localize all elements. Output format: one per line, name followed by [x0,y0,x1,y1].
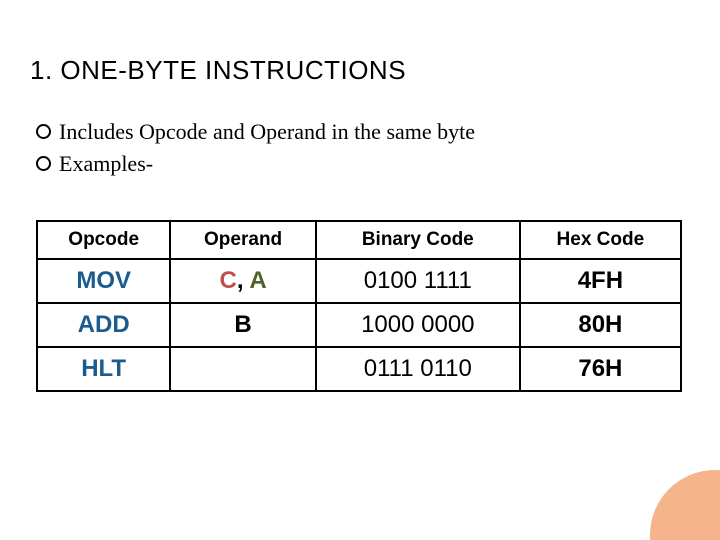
cell-hex: 76H [520,347,681,391]
cell-binary: 1000 0000 [316,303,520,347]
corner-circle-icon [650,470,720,540]
operand-sep: , [237,267,249,294]
table-row: HLT 0111 0110 76H [37,347,681,391]
col-opcode: Opcode [37,221,170,259]
cell-binary: 0111 0110 [316,347,520,391]
cell-operand: B [170,303,316,347]
bullet-text: Examples- [59,148,153,180]
hex-prefix: 80 [578,311,605,338]
opcode-text: HLT [81,355,126,382]
col-hex: Hex Code [520,221,681,259]
table-header-row: Opcode Operand Binary Code Hex Code [37,221,681,259]
operand-c: C [220,267,237,294]
instruction-table: Opcode Operand Binary Code Hex Code MOV … [36,220,682,392]
cell-hex: 80H [520,303,681,347]
hex-h: H [606,267,623,294]
corner-decoration [640,460,720,540]
hex-h: H [605,311,622,338]
cell-opcode: HLT [37,347,170,391]
operand-b: B [234,311,251,338]
hex-prefix: 4F [578,267,606,294]
bullet-icon [36,156,51,171]
col-binary: Binary Code [316,221,520,259]
hex-prefix: 76 [578,355,605,382]
bullet-text: Includes Opcode and Operand in the same … [59,116,475,148]
table-row: MOV C, A 0100 1111 4FH [37,259,681,303]
bullet-list: Includes Opcode and Operand in the same … [36,116,690,180]
cell-binary: 0100 1111 [316,259,520,303]
slide: 1. ONE-BYTE INSTRUCTIONS Includes Opcode… [0,0,720,540]
cell-hex: 4FH [520,259,681,303]
bullet-item: Includes Opcode and Operand in the same … [36,116,690,148]
slide-title: 1. ONE-BYTE INSTRUCTIONS [30,55,690,86]
cell-opcode: MOV [37,259,170,303]
opcode-text: MOV [76,267,131,294]
cell-operand: C, A [170,259,316,303]
hex-h: H [605,355,622,382]
col-operand: Operand [170,221,316,259]
cell-operand [170,347,316,391]
bullet-icon [36,124,51,139]
bullet-item: Examples- [36,148,690,180]
table-row: ADD B 1000 0000 80H [37,303,681,347]
opcode-text: ADD [78,311,130,338]
operand-a: A [249,267,266,294]
cell-opcode: ADD [37,303,170,347]
